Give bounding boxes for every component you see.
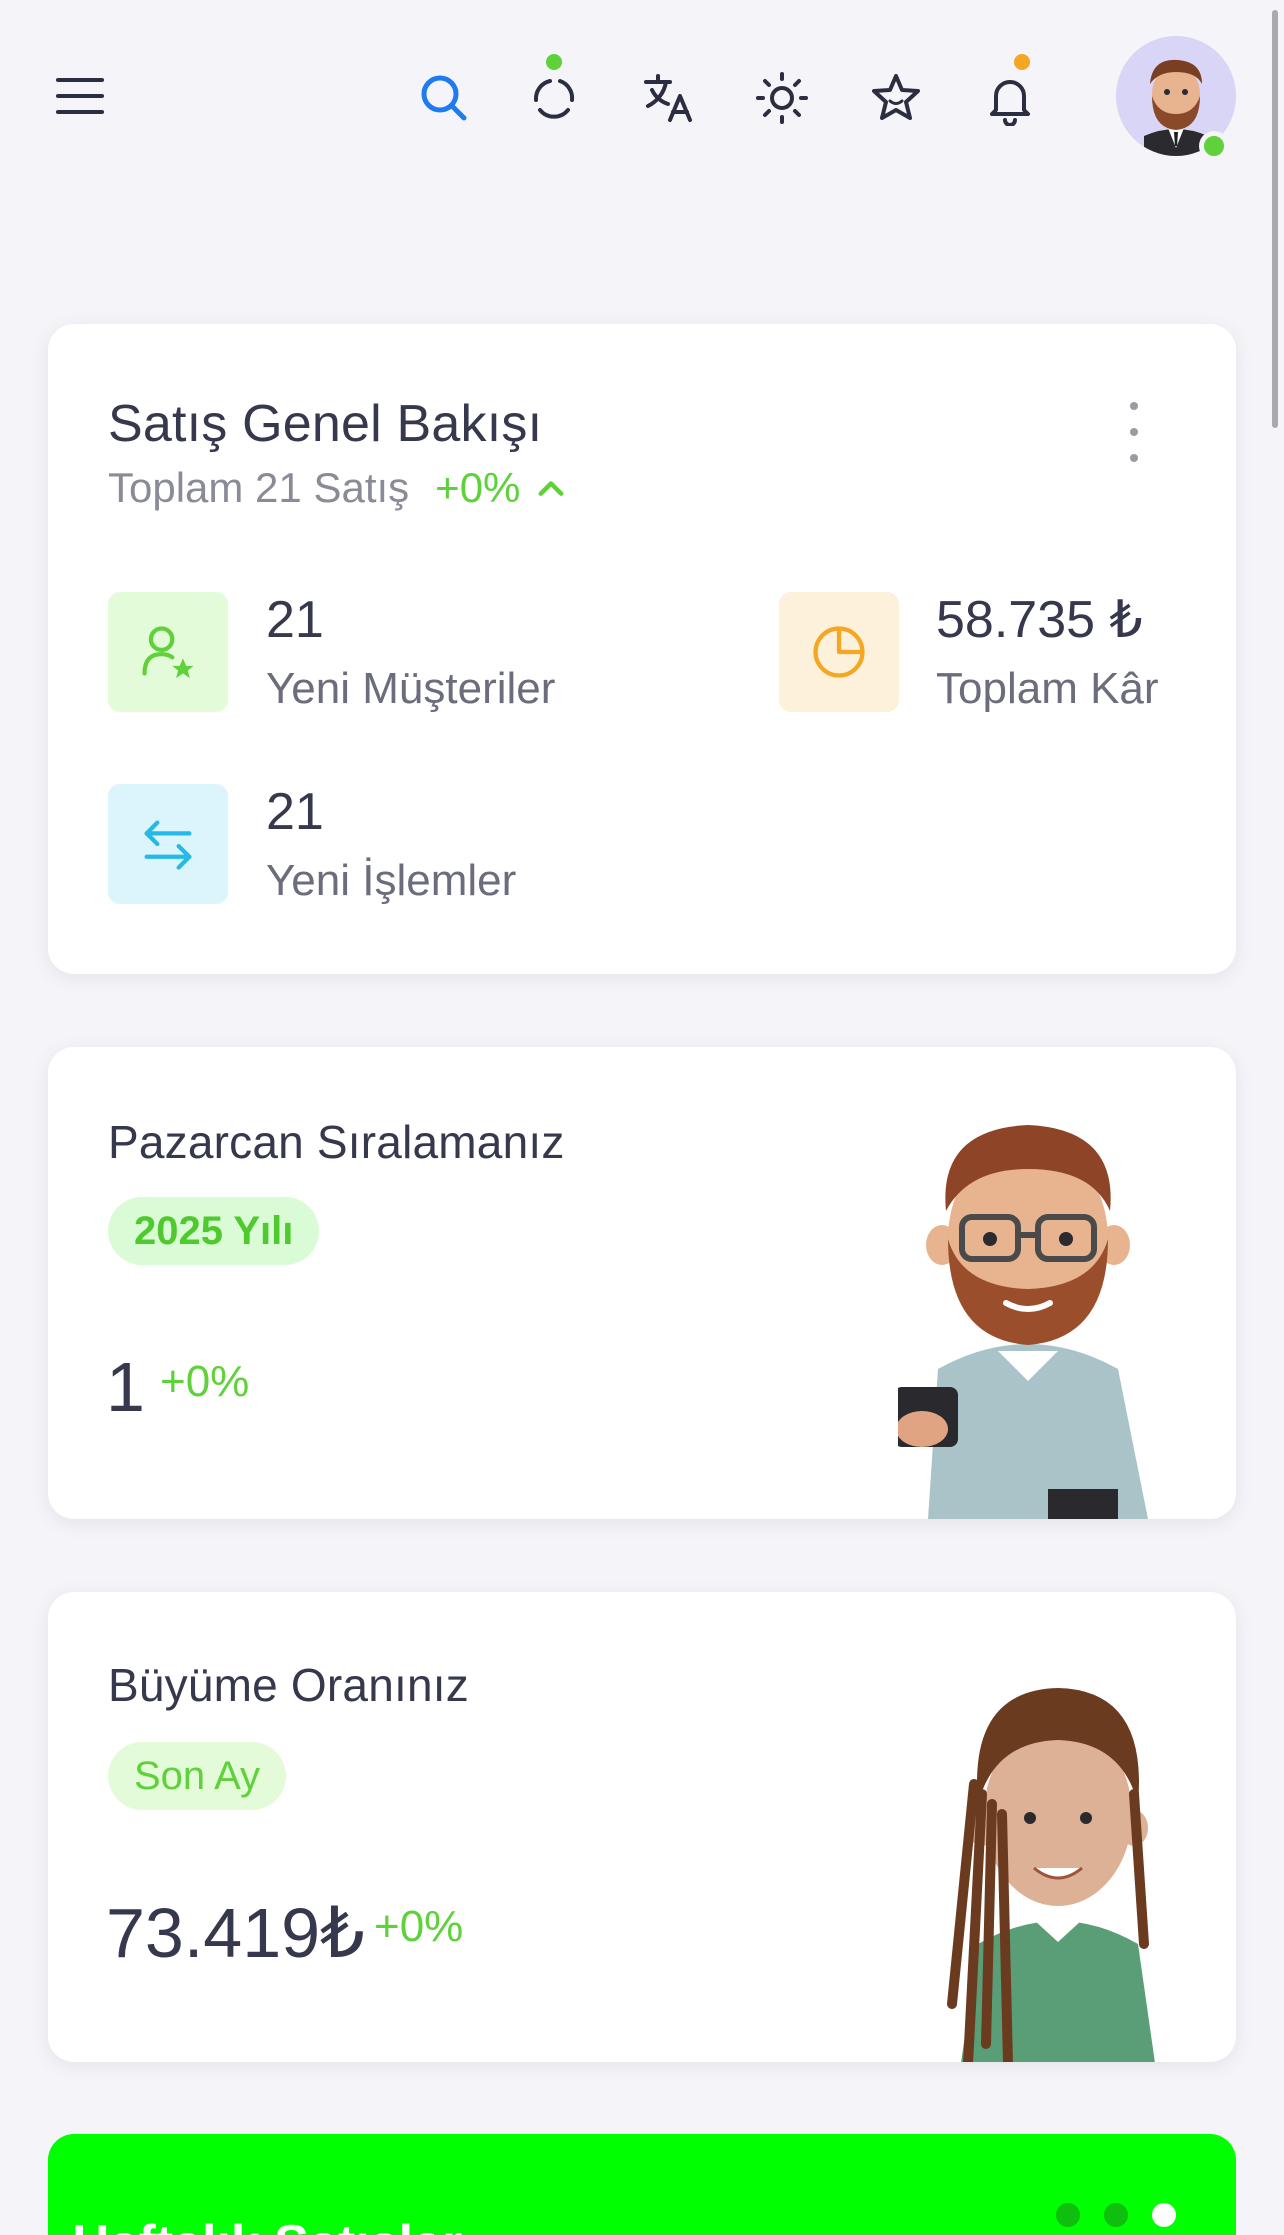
pager-dot[interactable]	[1056, 2203, 1080, 2227]
card-title: Pazarcan Sıralamanız	[108, 1116, 565, 1168]
transfer-arrows-icon	[108, 784, 228, 904]
man-with-mug-illustration	[898, 1125, 1148, 1519]
refresh-icon[interactable]	[522, 66, 586, 130]
new-customers-label: Yeni Müşteriler	[266, 664, 556, 713]
period-chip[interactable]: Son Ay	[108, 1742, 287, 1810]
card-title: Satış Genel Bakışı	[108, 395, 543, 453]
card-title: Büyüme Oranınız	[108, 1659, 469, 1711]
woman-with-braids-illustration	[947, 1688, 1155, 2062]
new-transactions-value: 21	[266, 783, 324, 841]
trend-value: +0%	[435, 464, 521, 511]
user-star-icon	[108, 592, 228, 712]
notification-badge	[1014, 54, 1030, 70]
new-customers-value: 21	[266, 591, 324, 649]
menu-icon[interactable]	[48, 64, 112, 128]
translate-icon[interactable]	[636, 66, 700, 130]
theme-icon[interactable]	[750, 66, 814, 130]
more-options-button[interactable]	[1124, 402, 1144, 462]
pager-dot[interactable]	[1104, 2203, 1128, 2227]
online-status-dot	[1199, 131, 1229, 161]
new-transactions-label: Yeni İşlemler	[266, 856, 517, 905]
sales-overview-card: Satış Genel Bakışı Toplam 21 Satış +0% 2…	[48, 324, 1236, 974]
favorites-icon[interactable]	[864, 66, 928, 130]
total-profit-value: 58.735 ₺	[936, 591, 1143, 649]
top-bar	[0, 0, 1284, 200]
growth-value: 73.419₺	[106, 1894, 365, 1972]
ranking-card: Pazarcan Sıralamanız 2025 Yılı 1 +0%	[48, 1047, 1236, 1519]
notifications-icon[interactable]	[978, 66, 1042, 130]
total-profit-label: Toplam Kâr	[936, 664, 1159, 713]
subtitle-text: Toplam 21 Satış	[108, 464, 410, 511]
year-chip[interactable]: 2025 Yılı	[108, 1197, 320, 1265]
ranking-change: +0%	[160, 1357, 250, 1406]
pie-chart-icon	[779, 592, 899, 712]
weekly-card-title: Haftalık Satışlar	[72, 2214, 462, 2235]
card-subtitle: Toplam 21 Satış +0%	[108, 464, 568, 512]
chevron-up-icon	[538, 481, 564, 496]
growth-card: Büyüme Oranınız Son Ay 73.419₺ +0%	[48, 1592, 1236, 2062]
ranking-value: 1	[106, 1348, 145, 1426]
refresh-indicator	[546, 54, 562, 70]
growth-change: +0%	[374, 1902, 464, 1951]
pager-dot-active[interactable]	[1152, 2203, 1176, 2227]
search-icon[interactable]	[412, 66, 476, 130]
